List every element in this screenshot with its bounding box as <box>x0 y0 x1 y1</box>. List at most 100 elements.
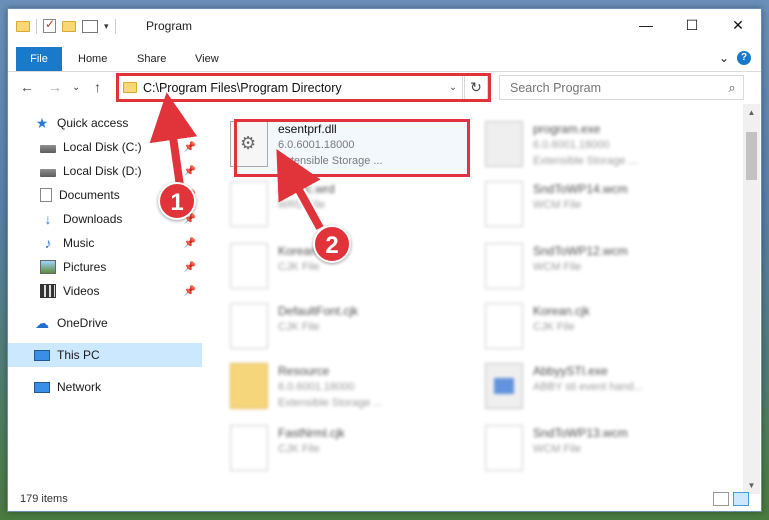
large-icons-view-icon[interactable] <box>733 492 749 506</box>
file-item[interactable]: AbbyySTI.exe ABBY sti event hand... <box>485 359 725 415</box>
file-item[interactable]: Korean.cjk CJK File <box>485 299 725 355</box>
file-item[interactable]: Arabic.wrd WRD File <box>230 177 470 233</box>
forward-arrow-icon[interactable]: → <box>48 79 62 95</box>
file-highlight-box <box>234 119 470 177</box>
network-icon <box>34 381 50 393</box>
annotation-step-1: 1 <box>158 182 196 220</box>
ribbon-help-area: ⌄ ? <box>719 51 751 65</box>
file-type: WCM File <box>533 199 582 211</box>
file-name: SndToWP13.wcm <box>533 426 628 440</box>
search-box[interactable]: ⌕ <box>499 75 744 100</box>
application-icon <box>485 363 523 409</box>
file-name: SndToWP14.wcm <box>533 182 628 196</box>
disk-icon <box>40 168 56 177</box>
tab-share[interactable]: Share <box>137 47 166 71</box>
sidebar-item-music[interactable]: ♪ Music 📌 <box>8 231 202 255</box>
expand-ribbon-icon[interactable]: ⌄ <box>719 51 729 65</box>
view-options-icon[interactable] <box>82 19 98 33</box>
explorer-window: ▾ Program — ☐ ✕ File Home Share View ⌄ ?… <box>7 8 762 512</box>
scroll-thumb[interactable] <box>746 132 757 180</box>
file-name: Korean.cjk <box>533 304 590 318</box>
tab-view[interactable]: View <box>195 47 219 71</box>
toolbar-divider <box>36 18 37 34</box>
sidebar-item-label: Downloads <box>63 212 123 226</box>
file-name: AbbyySTI.exe <box>533 364 608 378</box>
pin-icon[interactable]: 📌 <box>184 238 196 249</box>
minimize-button[interactable]: — <box>623 9 669 41</box>
sidebar-item-label: Documents <box>59 188 120 202</box>
exe-file-icon <box>485 121 523 167</box>
sidebar-item-network[interactable]: Network <box>8 375 202 399</box>
sidebar-item-local-disk-d[interactable]: Local Disk (D:) 📌 <box>8 159 202 183</box>
file-item[interactable]: FastNrml.cjk CJK File <box>230 421 470 477</box>
music-icon: ♪ <box>44 235 52 251</box>
file-item[interactable]: Resource 6.0.6001.18000 Extensible Stora… <box>230 359 470 415</box>
search-input[interactable] <box>500 80 721 95</box>
item-count: 179 items <box>20 493 68 505</box>
help-icon[interactable]: ? <box>737 51 751 65</box>
document-icon <box>40 188 52 202</box>
new-folder-icon[interactable] <box>62 20 76 32</box>
status-bar: 179 items <box>8 489 761 511</box>
sidebar-item-videos[interactable]: Videos 📌 <box>8 279 202 303</box>
navigation-bar: ← → ⌄ ↑ C:\Program Files\Program Directo… <box>8 73 761 103</box>
address-highlight-box <box>116 73 491 102</box>
navigation-pane: ★ Quick access Local Disk (C:) 📌 Local D… <box>8 109 208 489</box>
generic-file-icon <box>485 425 523 471</box>
file-name: Resource <box>278 364 330 378</box>
maximize-button[interactable]: ☐ <box>669 9 715 41</box>
tab-file[interactable]: File <box>16 47 62 71</box>
properties-check-icon[interactable] <box>43 17 56 33</box>
download-icon: ↓ <box>44 211 52 227</box>
file-name: FastNrml.cjk <box>278 426 345 440</box>
generic-file-icon <box>230 243 268 289</box>
file-description: Extensible Storage ... <box>278 397 383 409</box>
recent-locations-caret-icon[interactable]: ⌄ <box>72 82 80 93</box>
generic-file-icon <box>230 181 268 227</box>
file-description: ABBY sti event hand... <box>533 381 643 393</box>
ribbon-tabs: File Home Share View ⌄ ? <box>8 41 761 72</box>
pin-icon[interactable]: 📌 <box>184 286 196 297</box>
pictures-icon <box>40 260 56 274</box>
sidebar-item-pictures[interactable]: Pictures 📌 <box>8 255 202 279</box>
sidebar-item-label: Pictures <box>63 260 107 274</box>
videos-icon <box>40 284 56 298</box>
back-arrow-icon[interactable]: ← <box>20 79 34 95</box>
tab-home[interactable]: Home <box>78 47 107 71</box>
pin-icon[interactable]: 📌 <box>184 142 196 153</box>
up-arrow-icon[interactable]: ↑ <box>94 79 101 95</box>
star-icon: ★ <box>35 115 49 131</box>
file-name: DefaultFont.cjk <box>278 304 359 318</box>
title-bar: ▾ Program — ☐ ✕ <box>8 9 761 41</box>
file-item[interactable]: SndToWP12.wcm WCM File <box>485 239 725 295</box>
file-type: CJK File <box>533 321 575 333</box>
computer-icon <box>34 349 50 361</box>
search-icon[interactable]: ⌕ <box>721 80 743 96</box>
pin-icon[interactable]: 📌 <box>184 166 196 177</box>
folder-icon <box>230 363 268 409</box>
scroll-up-arrow-icon[interactable]: ▲ <box>743 104 760 121</box>
sidebar-item-label: This PC <box>57 348 100 362</box>
file-item[interactable]: SndToWP14.wcm WCM File <box>485 177 725 233</box>
sidebar-item-onedrive[interactable]: ☁ OneDrive <box>8 311 202 335</box>
customize-toolbar-caret-icon[interactable]: ▾ <box>104 21 109 32</box>
file-type: WCM File <box>533 261 582 273</box>
sidebar-item-label: Local Disk (C:) <box>63 140 142 154</box>
file-item[interactable]: SndToWP13.wcm WCM File <box>485 421 725 477</box>
view-switcher <box>713 492 749 506</box>
sidebar-item-label: Quick access <box>57 116 129 130</box>
window-controls: — ☐ ✕ <box>623 9 761 41</box>
pin-icon[interactable]: 📌 <box>184 262 196 273</box>
file-type: CJK File <box>278 443 320 455</box>
sidebar-item-this-pc[interactable]: This PC <box>8 343 202 367</box>
details-view-icon[interactable] <box>713 492 729 506</box>
file-type: CJK File <box>278 321 320 333</box>
vertical-scrollbar[interactable]: ▲ ▼ <box>743 104 760 494</box>
sidebar-item-local-disk-c[interactable]: Local Disk (C:) 📌 <box>8 135 202 159</box>
close-button[interactable]: ✕ <box>715 9 761 41</box>
cloud-icon: ☁ <box>35 315 49 331</box>
file-item[interactable]: DefaultFont.cjk CJK File <box>230 299 470 355</box>
quick-access-toolbar: ▾ <box>16 17 116 34</box>
sidebar-item-quick-access[interactable]: ★ Quick access <box>8 111 202 135</box>
file-item[interactable]: program.exe 6.0.6001.18000 Extensible St… <box>485 117 725 173</box>
